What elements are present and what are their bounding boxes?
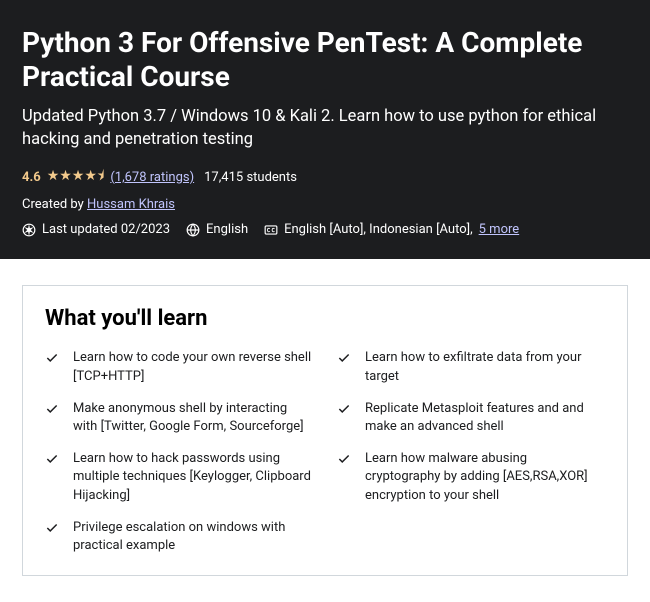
learn-item-text: Privilege escalation on windows with pra…	[73, 519, 313, 555]
check-icon	[337, 452, 351, 466]
check-icon	[45, 521, 59, 535]
learn-item-text: Replicate Metasploit features and and ma…	[365, 400, 605, 436]
learn-item: Learn how to exfiltrate data from your t…	[337, 349, 605, 385]
last-updated-text: Last updated 02/2023	[42, 222, 170, 237]
learn-item-text: Learn how to hack passwords using multip…	[73, 450, 313, 505]
learn-item: Replicate Metasploit features and and ma…	[337, 400, 605, 436]
meta-row: Last updated 02/2023 English English [Au…	[22, 222, 628, 237]
check-icon	[337, 351, 351, 365]
check-icon	[45, 351, 59, 365]
star-icons: ★★★★⯨	[47, 165, 105, 189]
learn-item: Learn how to hack passwords using multip…	[45, 450, 313, 505]
check-icon	[45, 452, 59, 466]
course-header: Python 3 For Offensive PenTest: A Comple…	[0, 0, 650, 259]
created-by: Created by Hussam Khrais	[22, 197, 628, 212]
learn-grid: Learn how to code your own reverse shell…	[45, 349, 605, 555]
learn-item-text: Learn how to code your own reverse shell…	[73, 349, 313, 385]
learn-item: Learn how to code your own reverse shell…	[45, 349, 313, 385]
globe-icon	[186, 223, 200, 237]
course-title: Python 3 For Offensive PenTest: A Comple…	[22, 26, 628, 93]
learn-title: What you'll learn	[45, 306, 605, 331]
language: English	[186, 222, 248, 237]
badge-icon	[22, 223, 36, 237]
author-link[interactable]: Hussam Khrais	[87, 197, 175, 212]
learn-item-text: Make anonymous shell by interacting with…	[73, 400, 313, 436]
content-area: What you'll learn Learn how to code your…	[0, 259, 650, 602]
language-text: English	[206, 222, 248, 237]
rating-number: 4.6	[22, 170, 41, 185]
last-updated: Last updated 02/2023	[22, 222, 170, 237]
learn-item-text: Learn how malware abusing cryptography b…	[365, 450, 605, 505]
more-captions-link[interactable]: 5 more	[479, 222, 520, 237]
check-icon	[337, 402, 351, 416]
students-count: 17,415 students	[204, 170, 297, 185]
check-icon	[45, 402, 59, 416]
learn-item-text: Learn how to exfiltrate data from your t…	[365, 349, 605, 385]
captions: English [Auto], Indonesian [Auto], 5 mor…	[264, 222, 519, 237]
what-youll-learn-box: What you'll learn Learn how to code your…	[22, 285, 628, 576]
learn-item: Privilege escalation on windows with pra…	[45, 519, 313, 555]
cc-icon	[264, 223, 278, 237]
learn-item: Learn how malware abusing cryptography b…	[337, 450, 605, 505]
ratings-link[interactable]: (1,678 ratings)	[110, 170, 194, 185]
course-subtitle: Updated Python 3.7 / Windows 10 & Kali 2…	[22, 105, 628, 151]
rating-row: 4.6 ★★★★⯨ (1,678 ratings) 17,415 student…	[22, 165, 628, 189]
created-by-label: Created by	[22, 197, 87, 212]
captions-text: English [Auto], Indonesian [Auto],	[284, 222, 473, 237]
learn-item: Make anonymous shell by interacting with…	[45, 400, 313, 436]
